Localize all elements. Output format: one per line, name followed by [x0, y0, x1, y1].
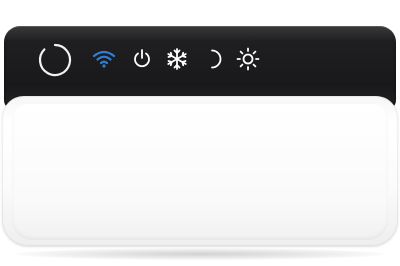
device-photo: [0, 0, 400, 266]
device-front-face: [12, 104, 388, 240]
wifi-icon: [92, 50, 116, 68]
power-ring-icon: [38, 43, 72, 77]
sun-icon: [236, 47, 260, 71]
snowflake-icon: [167, 48, 187, 70]
moon-icon: [211, 49, 222, 69]
power-icon: [134, 49, 150, 68]
device-shadow: [14, 248, 386, 260]
